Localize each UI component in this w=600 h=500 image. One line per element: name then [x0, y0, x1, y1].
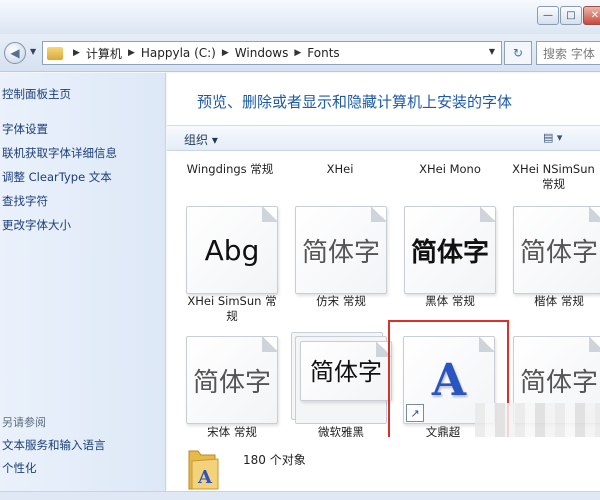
- font-sample: 简体字: [519, 237, 598, 268]
- recent-pages-dropdown-icon[interactable]: ▼: [30, 47, 36, 56]
- window-bottom-edge: [0, 491, 600, 500]
- link-personalization[interactable]: 个性化: [2, 460, 37, 476]
- back-icon: ◀: [10, 46, 20, 60]
- see-also-heading: 另请参阅: [2, 416, 46, 429]
- minimize-button[interactable]: —: [537, 6, 559, 25]
- font-item-xhei-nsimsun[interactable]: XHei NSimSun 常规: [507, 162, 600, 192]
- left-task-pane: 控制面板主页 字体设置 联机获取字体详细信息 调整 ClearType 文本 查…: [0, 73, 166, 500]
- font-label: XHei SimSun 常规: [187, 294, 277, 323]
- refresh-icon: ↻: [512, 46, 524, 60]
- chevron-right-icon[interactable]: ▶: [222, 48, 229, 58]
- maximize-button[interactable]: □: [560, 6, 582, 25]
- link-adjust-cleartype[interactable]: 调整 ClearType 文本: [2, 169, 112, 185]
- font-file-icon[interactable]: 简体字: [186, 336, 278, 424]
- font-item-xhei[interactable]: XHei: [292, 162, 388, 177]
- link-find-character[interactable]: 查找字符: [2, 193, 48, 209]
- address-dropdown-icon[interactable]: ▼: [489, 47, 495, 56]
- font-label: XHei: [326, 162, 354, 176]
- folder-icon: [47, 46, 63, 60]
- font-sample: 简体字: [192, 367, 271, 398]
- font-item-fangsong[interactable]: 仿宋 常规: [293, 294, 389, 309]
- font-item-xhei-simsun[interactable]: XHei SimSun 常规: [184, 294, 280, 324]
- font-file-icon[interactable]: 简体字: [300, 341, 392, 401]
- font-item-kaiti[interactable]: 楷体 常规: [511, 294, 600, 309]
- link-get-font-info-online[interactable]: 联机获取字体详细信息: [2, 145, 117, 161]
- font-label: 楷体 常规: [534, 294, 584, 308]
- link-text-services[interactable]: 文本服务和输入语言: [2, 437, 106, 453]
- back-button[interactable]: ◀: [4, 42, 26, 64]
- navigation-bar: ◀ ▼ ▶ 计算机 ▶ Happyla (C:) ▶ Windows ▶ Fon…: [0, 34, 600, 72]
- link-change-font-size[interactable]: 更改字体大小: [2, 217, 71, 233]
- item-count: 180 个对象: [243, 453, 306, 467]
- font-label: XHei NSimSun 常规: [512, 162, 595, 191]
- address-bar[interactable]: ▶ 计算机 ▶ Happyla (C:) ▶ Windows ▶ Fonts ▼: [42, 41, 502, 65]
- title-bar: — □ ✕: [0, 0, 600, 34]
- breadcrumb-computer[interactable]: 计算机: [86, 45, 122, 62]
- folder-icon: A: [188, 450, 219, 490]
- font-label: 黑体 常规: [425, 294, 475, 308]
- font-file-icon[interactable]: Abg: [186, 206, 278, 294]
- font-sample: 简体字: [519, 367, 598, 398]
- search-input[interactable]: 搜索 字体: [536, 41, 600, 65]
- font-item-xhei-mono[interactable]: XHei Mono: [402, 162, 498, 177]
- font-label: XHei Mono: [419, 162, 481, 176]
- breadcrumb-windows[interactable]: Windows: [235, 46, 289, 60]
- font-file-icon[interactable]: 简体字: [513, 206, 600, 294]
- close-button[interactable]: ✕: [583, 6, 600, 25]
- svg-text:A: A: [197, 467, 213, 488]
- breadcrumb-fonts[interactable]: Fonts: [307, 46, 339, 60]
- font-label: 仿宋 常规: [316, 294, 366, 308]
- font-sample: 简体字: [410, 237, 489, 268]
- refresh-button[interactable]: ↻: [504, 41, 532, 65]
- font-item-heiti[interactable]: 黑体 常规: [402, 294, 498, 309]
- chevron-right-icon[interactable]: ▶: [128, 48, 135, 58]
- font-sample: 简体字: [301, 237, 380, 268]
- font-file-icon[interactable]: 简体字: [404, 206, 496, 294]
- font-sample: Abg: [204, 233, 260, 267]
- command-toolbar: 组织 ▾ ▤ ▾: [167, 125, 600, 151]
- page-title: 预览、删除或者显示和隐藏计算机上安装的字体: [197, 93, 513, 111]
- chevron-right-icon[interactable]: ▶: [294, 48, 301, 58]
- chevron-right-icon: ▶: [73, 48, 80, 58]
- font-sample: 简体字: [310, 358, 382, 386]
- breadcrumb-drive[interactable]: Happyla (C:): [141, 46, 216, 60]
- organize-button[interactable]: 组织 ▾: [184, 131, 218, 148]
- link-font-settings[interactable]: 字体设置: [2, 121, 48, 137]
- font-item-wingdings[interactable]: Wingdings 常规: [182, 162, 278, 177]
- font-label: Wingdings 常规: [186, 162, 274, 176]
- font-file-icon[interactable]: 简体字: [295, 206, 387, 294]
- view-options-button[interactable]: ▤ ▾: [543, 131, 562, 144]
- link-control-panel-home[interactable]: 控制面板主页: [2, 86, 71, 102]
- content-pane: 预览、删除或者显示和隐藏计算机上安装的字体 组织 ▾ ▤ ▾ Wingdings…: [167, 73, 600, 500]
